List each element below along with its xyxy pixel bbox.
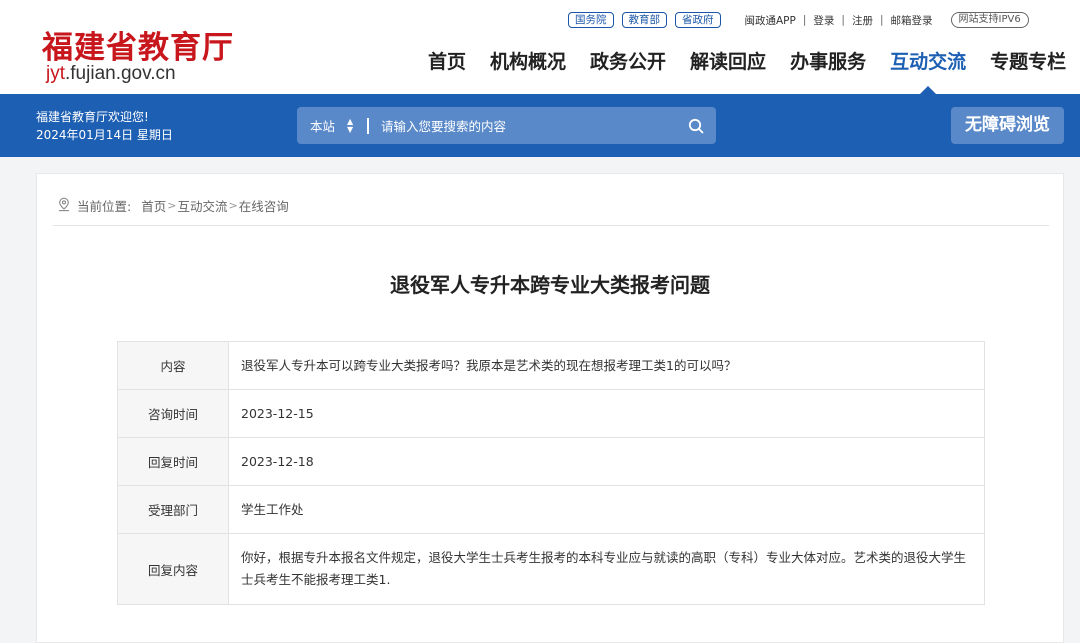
link-provincial-gov[interactable]: 省政府	[675, 12, 721, 28]
ipv6-badge: 网站支持IPV6	[950, 12, 1029, 28]
table-row: 内容 退役军人专升本可以跨专业大类报考吗？我原本是艺术类的现在想报考理工类1的可…	[117, 341, 985, 390]
logo-url-suffix: .fujian.gov.cn	[65, 63, 176, 84]
row-label: 回复内容	[117, 533, 229, 605]
link-state-council[interactable]: 国务院	[568, 12, 614, 28]
content-card: 当前位置: 首页 > 互动交流 > 在线咨询 退役军人专升本跨专业大类报考问题 …	[36, 173, 1064, 643]
page-title: 退役军人专升本跨专业大类报考问题	[390, 273, 710, 297]
breadcrumb-separator: >	[228, 199, 238, 212]
row-value: 2023-12-15	[228, 389, 985, 438]
breadcrumb-interaction[interactable]: 互动交流	[177, 196, 227, 215]
row-label: 回复时间	[117, 437, 229, 486]
location-pin-icon	[57, 197, 71, 215]
blue-banner: 福建省教育厅欢迎您! 2024年01月14日 星期日 本站 ▲ ▼ 请输入您要搜索…	[0, 94, 1080, 157]
search-icon[interactable]	[676, 118, 716, 134]
table-row: 回复内容 你好，根据专升本报名文件规定，退役大学生士兵考生报考的本科专业应与就读…	[117, 533, 985, 605]
nav-home[interactable]: 首页	[428, 50, 466, 78]
sort-arrows-icon: ▲ ▼	[347, 116, 354, 134]
link-login[interactable]: 登录	[813, 13, 834, 28]
link-mzt-app[interactable]: 闽政通APP	[745, 13, 796, 28]
search-divider	[367, 117, 369, 134]
nav-interpretation[interactable]: 解读回应	[690, 50, 766, 78]
breadcrumb-home[interactable]: 首页	[141, 196, 166, 215]
search-scope-select[interactable]: 本站 ▲ ▼	[297, 116, 367, 135]
row-value: 2023-12-18	[228, 437, 985, 486]
link-register[interactable]: 注册	[852, 13, 873, 28]
search-scope-label: 本站	[310, 119, 336, 134]
nav-services[interactable]: 办事服务	[790, 50, 866, 78]
nav-interaction[interactable]: 互动交流	[890, 50, 966, 94]
nav-organization[interactable]: 机构概况	[490, 50, 566, 78]
divider: |	[841, 14, 845, 26]
breadcrumb-divider	[53, 225, 1049, 226]
row-value: 退役军人专升本可以跨专业大类报考吗？我原本是艺术类的现在想报考理工类1的可以吗？	[228, 341, 985, 390]
site-header: 福建省教育厅 jyt.fujian.gov.cn 国务院 教育部 省政府 闽政通…	[0, 0, 1080, 94]
welcome-text: 福建省教育厅欢迎您!	[36, 110, 149, 124]
link-ministry-education[interactable]: 教育部	[621, 12, 667, 28]
breadcrumb-separator: >	[167, 199, 177, 212]
nav-gov-affairs[interactable]: 政务公开	[590, 50, 666, 78]
logo-url-prefix: jyt	[46, 63, 65, 84]
row-label: 咨询时间	[117, 389, 229, 438]
table-row: 受理部门 学生工作处	[117, 485, 985, 534]
top-links: 国务院 教育部 省政府 闽政通APP | 登录 | 注册 | 邮箱登录 网站支持…	[568, 11, 1029, 29]
row-label: 内容	[117, 341, 229, 390]
breadcrumb-consultation[interactable]: 在线咨询	[239, 196, 289, 215]
site-logo-url[interactable]: jyt.fujian.gov.cn	[46, 63, 176, 85]
row-value: 你好，根据专升本报名文件规定，退役大学生士兵考生报考的本科专业应与就读的高职（专…	[228, 533, 985, 605]
table-row: 咨询时间 2023-12-15	[117, 389, 985, 438]
search-input[interactable]: 请输入您要搜索的内容	[381, 116, 676, 135]
breadcrumb: 当前位置: 首页 > 互动交流 > 在线咨询	[57, 196, 289, 215]
nav-special-topics[interactable]: 专题专栏	[990, 50, 1066, 78]
accessibility-button[interactable]: 无障碍浏览	[951, 107, 1064, 144]
breadcrumb-label: 当前位置:	[77, 199, 132, 214]
link-mail-login[interactable]: 邮箱登录	[891, 13, 933, 28]
consultation-table: 内容 退役军人专升本可以跨专业大类报考吗？我原本是艺术类的现在想报考理工类1的可…	[117, 341, 985, 605]
row-label: 受理部门	[117, 485, 229, 534]
current-date: 2024年01月14日 星期日	[36, 128, 173, 142]
divider: |	[879, 14, 884, 26]
table-row: 回复时间 2023-12-18	[117, 437, 985, 486]
search-box: 本站 ▲ ▼ 请输入您要搜索的内容	[297, 107, 716, 144]
divider: |	[802, 14, 807, 26]
welcome-block: 福建省教育厅欢迎您! 2024年01月14日 星期日	[36, 108, 173, 144]
row-value: 学生工作处	[228, 485, 985, 534]
site-logo-title[interactable]: 福建省教育厅	[42, 22, 234, 67]
main-nav: 首页 机构概况 政务公开 解读回应 办事服务 互动交流 专题专栏	[428, 50, 1066, 94]
